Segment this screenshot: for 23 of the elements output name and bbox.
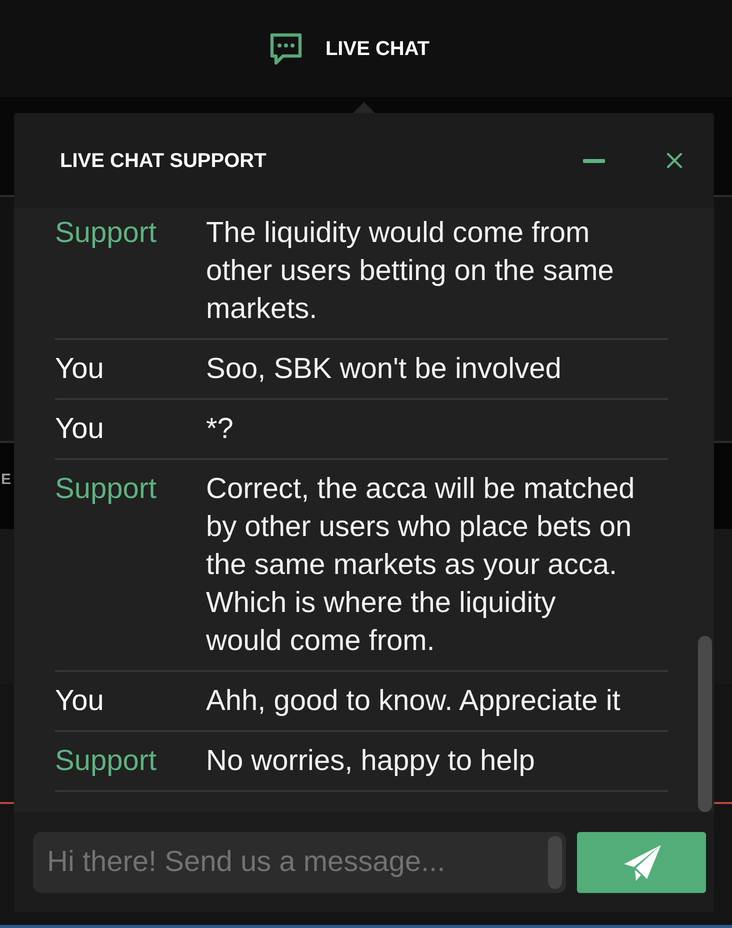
background-text: E	[0, 472, 12, 487]
message-text: Correct, the acca will be matched by other users who place bets on the same markets as your acca. Which is where the liquidity would come from.	[206, 472, 636, 659]
sender-name: Support	[55, 216, 158, 251]
sender-name: You	[55, 684, 105, 719]
live-chat-title[interactable]: LIVE CHAT	[325, 38, 430, 58]
sender-name: You	[55, 412, 105, 447]
scrollbar-thumb[interactable]	[698, 636, 712, 812]
sender-name: You	[55, 352, 105, 387]
message-text: No worries, happy to help	[206, 744, 536, 779]
message-text: Soo, SBK won't be involved	[206, 352, 562, 387]
minimize-icon	[583, 158, 605, 162]
sender-name: Support	[55, 472, 158, 507]
message-input[interactable]: Hi there! Send us a message...	[33, 832, 566, 893]
chat-bubble-icon[interactable]	[268, 30, 304, 66]
message-text: *?	[206, 412, 234, 447]
message-text: Ahh, good to know. Appreciate it	[206, 684, 622, 719]
paper-plane-icon	[622, 844, 662, 882]
message-text: The liquidity would come from other users betting on the same markets.	[206, 216, 615, 327]
close-icon	[666, 153, 682, 168]
send-button[interactable]	[577, 832, 706, 893]
sender-name: Support	[55, 744, 158, 779]
panel-title: LIVE CHAT SUPPORT	[60, 150, 266, 170]
input-scrollbar-thumb[interactable]	[548, 836, 562, 889]
